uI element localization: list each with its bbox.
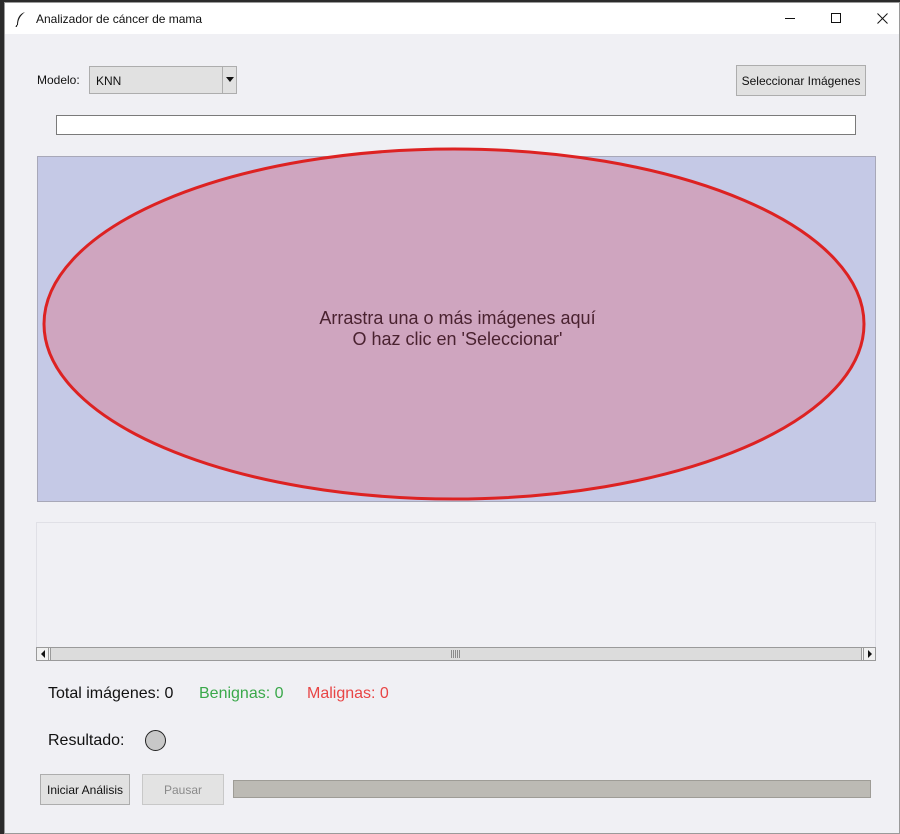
drop-instructions: Arrastra una o más imágenes aquí O haz c… (38, 308, 877, 350)
chevron-down-icon (226, 77, 234, 82)
arrow-right-icon (867, 650, 872, 658)
maximize-button[interactable] (813, 3, 859, 34)
model-select[interactable]: KNN (89, 66, 237, 94)
total-images-count: Total imágenes: 0 (48, 685, 174, 702)
arrow-left-icon (40, 650, 45, 658)
malignant-count: Malignas: 0 (307, 685, 389, 702)
window-title: Analizador de cáncer de mama (36, 12, 203, 26)
feather-icon (15, 12, 25, 27)
scroll-left-button[interactable] (37, 648, 49, 660)
model-label: Modelo: (37, 73, 80, 87)
path-field[interactable] (56, 115, 856, 135)
drop-zone[interactable]: Arrastra una o más imágenes aquí O haz c… (37, 147, 877, 502)
horizontal-scrollbar[interactable] (36, 647, 876, 661)
grip-icon (451, 650, 461, 658)
close-icon (876, 13, 888, 24)
scroll-thumb[interactable] (50, 648, 862, 660)
pause-button[interactable]: Pausar (142, 774, 224, 805)
results-list[interactable] (36, 522, 876, 648)
title-bar[interactable]: Analizador de cáncer de mama (5, 3, 899, 34)
minimize-icon (784, 18, 795, 19)
client-area: Modelo: KNN Seleccionar Imágenes Arrastr… (5, 34, 899, 833)
app-window: Analizador de cáncer de mama Modelo: KNN… (4, 2, 900, 834)
result-label: Resultado: (48, 732, 125, 749)
benign-count: Benignas: 0 (199, 685, 284, 702)
progress-bar (233, 780, 871, 798)
minimize-button[interactable] (767, 3, 813, 34)
dropdown-button[interactable] (222, 67, 236, 93)
scroll-right-button[interactable] (863, 648, 875, 660)
drop-text-line2: O haz clic en 'Seleccionar' (352, 329, 563, 349)
model-select-value: KNN (96, 74, 122, 88)
maximize-icon (830, 13, 841, 23)
close-button[interactable] (859, 3, 900, 34)
start-analysis-button[interactable]: Iniciar Análisis (40, 774, 130, 805)
drop-text-line1: Arrastra una o más imágenes aquí (319, 308, 596, 328)
select-images-button[interactable]: Seleccionar Imágenes (736, 65, 866, 96)
result-indicator (145, 730, 166, 751)
